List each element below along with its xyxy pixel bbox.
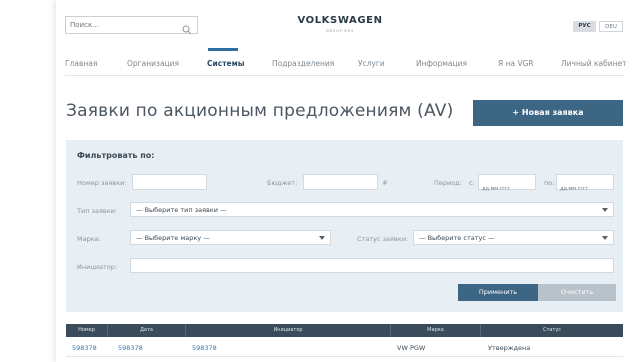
request-number-field[interactable] [132, 174, 207, 196]
request-number-input[interactable] [133, 182, 206, 196]
brand-value: — Выберите марку — [136, 234, 210, 242]
budget-label: Бюджет: [267, 179, 298, 187]
date-from-input[interactable] [479, 182, 535, 196]
chevron-down-icon[interactable] [602, 236, 608, 240]
budget-input[interactable] [304, 182, 377, 196]
chevron-down-icon[interactable] [319, 236, 325, 240]
status-select[interactable]: — Выберите статус — [413, 230, 614, 245]
apply-button[interactable]: Применить [458, 284, 538, 301]
period-to-label: по: [544, 179, 555, 187]
lang-ru-button[interactable]: РУС [573, 21, 596, 32]
status-label: Статус заявки: [357, 235, 409, 243]
search-icon[interactable] [182, 20, 192, 39]
nav-item-personal-cabinet[interactable]: Личный кабинет [561, 59, 627, 68]
nav-item-systems[interactable]: Системы [207, 59, 245, 68]
column-header-brand[interactable]: Марка [391, 324, 481, 337]
column-header-status[interactable]: Статус [481, 324, 623, 337]
search-box[interactable] [65, 16, 198, 35]
period-from-label: с: [469, 179, 475, 187]
nav-item-information[interactable]: Информация [416, 59, 467, 68]
brand-select[interactable]: — Выберите марку — [130, 230, 331, 245]
lang-de-button[interactable]: DEU [599, 21, 623, 32]
chevron-down-icon[interactable] [602, 208, 608, 212]
cell-number-link[interactable]: 598378 [72, 344, 97, 352]
currency-label: ₽ [383, 179, 388, 187]
request-number-label: Номер заявки: [77, 179, 127, 187]
nav-item-organization[interactable]: Организация [127, 59, 179, 68]
period-label: Период: [434, 179, 462, 187]
column-header-date[interactable]: Дата [108, 324, 186, 337]
request-type-select[interactable]: — Выберите тип заявки — [130, 202, 614, 217]
initiator-input[interactable] [131, 266, 613, 280]
table-header: Номер Дата Инициатор Марка Статус [66, 324, 623, 337]
new-request-button[interactable]: + Новая заявка [473, 100, 623, 126]
search-input[interactable] [70, 19, 178, 31]
cell-initiator-link[interactable]: 598378 [192, 344, 217, 352]
cell-status: Утверждена [488, 344, 531, 352]
initiator-field[interactable] [130, 258, 614, 280]
cell-date-link[interactable]: 598378 [118, 344, 143, 352]
brand-logo-text[interactable]: VOLKSWAGEN [290, 15, 390, 26]
date-to-input[interactable] [557, 182, 613, 196]
date-from-field[interactable] [478, 174, 536, 196]
nav-item-services[interactable]: Услуги [358, 59, 385, 68]
request-type-value: — Выберите тип заявки — [136, 206, 227, 214]
nav-divider [65, 75, 625, 76]
brand-subtitle: GROUP RUS [325, 29, 355, 33]
page-title: Заявки по акционным предложениям (AV) [66, 101, 454, 121]
filter-title: Фильтровать по: [77, 151, 155, 160]
brand-label: Марка: [77, 235, 101, 243]
row-divider [66, 356, 623, 357]
budget-field[interactable] [303, 174, 378, 196]
column-header-initiator[interactable]: Инициатор [186, 324, 391, 337]
request-type-label: Тип заявки: [77, 207, 118, 215]
clear-button[interactable]: Очистить [538, 284, 616, 301]
column-header-number[interactable]: Номер [66, 324, 108, 337]
initiator-label: Инициатор: [77, 263, 118, 271]
date-to-field[interactable] [556, 174, 614, 196]
status-value: — Выберите статус — [419, 234, 495, 242]
nav-item-me-at-vgr[interactable]: Я на VGR [498, 59, 534, 68]
cell-brand: VW PGW [397, 344, 426, 352]
nav-item-main[interactable]: Главная [65, 59, 97, 68]
nav-item-departments[interactable]: Подразделения [272, 59, 334, 68]
nav-active-indicator [208, 48, 238, 51]
